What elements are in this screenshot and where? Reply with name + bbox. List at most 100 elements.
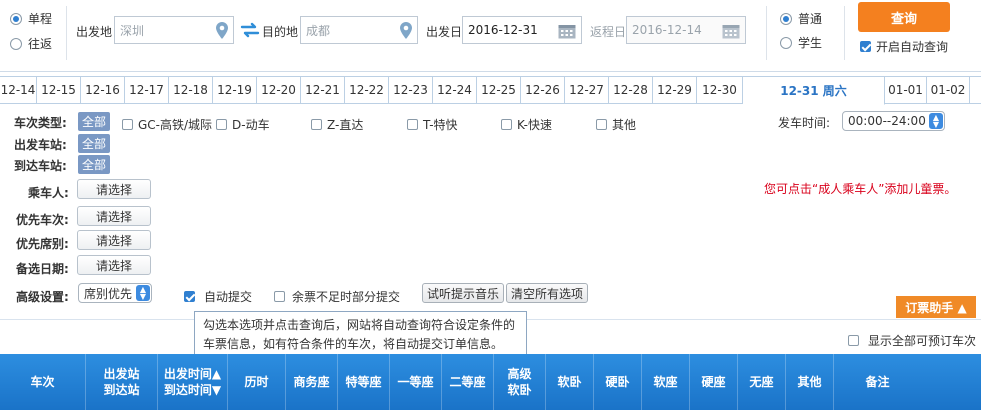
date-tab[interactable]: 12-17 [125, 77, 169, 103]
train-table-header: 车次 出发站 到达站 出发时间▲ 到达时间▼ 历时 商务座 特等座 一等座 二等座 高级 软卧 软卧 硬卧… [0, 354, 981, 410]
child-ticket-tip: 您可点击“成人乘车人”添加儿童票。 [764, 182, 957, 196]
clear-all-button[interactable]: 清空所有选项 [506, 283, 589, 303]
column-header[interactable]: 二等座 [442, 354, 494, 410]
train-type-z-checkbox[interactable]: Z-直达 [311, 116, 363, 133]
column-header[interactable]: 备注 [834, 354, 921, 410]
booking-assistant-button[interactable]: 订票助手 ▲ [896, 296, 976, 318]
date-tab[interactable]: 12-29 [653, 77, 697, 103]
to-label: 目的地 [262, 25, 299, 39]
to-input[interactable]: 成都 [300, 16, 418, 44]
column-header[interactable]: 车次 [0, 354, 86, 410]
column-header-label: 软卧 [557, 374, 581, 390]
column-header[interactable]: 出发站 到达站 [86, 354, 158, 410]
divider [766, 6, 767, 60]
column-header-line1: 出发时间▲ [163, 367, 222, 381]
arrive-station-all-tag[interactable]: 全部 [78, 155, 111, 174]
priority-train-label: 优先车次: [16, 213, 69, 227]
date-tab[interactable]: 12-30 [697, 77, 743, 103]
one-way-radio[interactable]: 单程 [10, 10, 52, 27]
auto-submit-checkbox[interactable]: 自动提交 [184, 288, 252, 305]
one-way-label: 单程 [28, 12, 53, 26]
train-type-other-checkbox[interactable]: 其他 [596, 116, 636, 133]
audition-music-button[interactable]: 试听提示音乐 [422, 283, 505, 303]
column-header-label: 其他 [797, 374, 821, 390]
train-type-all-tag[interactable]: 全部 [78, 112, 111, 131]
date-tab[interactable]: 12-28 [609, 77, 653, 103]
show-all-checkbox[interactable]: 显示全部可预订车次 [848, 332, 976, 349]
column-header[interactable]: 无座 [738, 354, 786, 410]
column-header[interactable]: 硬卧 [594, 354, 642, 410]
column-header[interactable]: 高级 软卧 [494, 354, 546, 410]
advanced-settings-label: 高级设置: [16, 290, 69, 304]
depart-time-select[interactable]: 00:00--24:00 ▲ ▼ [842, 111, 945, 131]
depart-date-value: 2016-12-31 [468, 23, 538, 37]
student-ticket-radio[interactable]: 学生 [780, 34, 822, 51]
train-type-d-checkbox[interactable]: D-动车 [216, 116, 270, 133]
chevron-updown-icon: ▲ ▼ [136, 285, 150, 301]
column-header-label: 车次 [30, 374, 54, 390]
train-type-gc-checkbox[interactable]: GC-高铁/城际 [122, 116, 212, 133]
column-header[interactable]: 出发时间▲ 到达时间▼ [158, 354, 228, 410]
date-tab[interactable]: 12-20 [257, 77, 301, 103]
auto-query-checkbox[interactable]: 开启自动查询 [860, 38, 948, 55]
calendar-icon [558, 23, 576, 42]
train-type-gc-label: GC-高铁/城际 [138, 118, 213, 132]
radio-indicator [780, 36, 792, 49]
column-header-line2: 到达站 [103, 383, 140, 397]
train-type-k-checkbox[interactable]: K-快速 [501, 116, 552, 133]
column-header-line1: 硬卧 [605, 375, 630, 389]
depart-date-input[interactable]: 2016-12-31 [462, 16, 582, 44]
advanced-settings-select[interactable]: 席别优先 ▲ ▼ [78, 283, 152, 303]
date-tab[interactable]: 01-02 [927, 77, 970, 103]
date-tab[interactable]: 12-18 [169, 77, 213, 103]
column-header[interactable]: 商务座 [286, 354, 338, 410]
column-header[interactable]: 硬座 [690, 354, 738, 410]
date-tab[interactable]: 12-27 [565, 77, 609, 103]
column-header-label: 出发时间▲ 到达时间▼ [164, 366, 221, 398]
date-tab[interactable]: 12-16 [81, 77, 125, 103]
date-tab[interactable]: 01-01 [885, 77, 927, 103]
column-header[interactable]: 软卧 [546, 354, 594, 410]
date-tab[interactable]: 12-25 [477, 77, 521, 103]
query-button[interactable]: 查询 [858, 2, 950, 32]
column-header-label: 二等座 [449, 374, 485, 390]
date-tab[interactable]: 12-22 [345, 77, 389, 103]
date-tab[interactable]: 12-23 [389, 77, 433, 103]
column-header[interactable]: 特等座 [338, 354, 390, 410]
column-header-line1: 二等座 [449, 375, 486, 389]
date-tab[interactable]: 12-19 [213, 77, 257, 103]
normal-ticket-radio[interactable]: 普通 [780, 10, 822, 27]
date-tab[interactable]: 12-14 [0, 77, 37, 103]
date-tab[interactable]: 12-21 [301, 77, 345, 103]
priority-seat-label: 优先席别: [16, 237, 69, 251]
priority-train-select-button[interactable]: 请选择 [77, 206, 151, 226]
column-header-line2: 软卧 [507, 383, 532, 397]
passenger-select-button[interactable]: 请选择 [77, 179, 151, 199]
return-date-input[interactable]: 2016-12-14 [626, 16, 746, 44]
location-pin-icon [400, 22, 412, 42]
column-header[interactable]: 软座 [642, 354, 690, 410]
from-label: 出发地 [76, 25, 113, 39]
column-header-line1: 商务座 [293, 375, 330, 389]
column-header[interactable]: 其他 [786, 354, 834, 410]
round-trip-radio[interactable]: 往返 [10, 35, 52, 52]
column-header[interactable]: 一等座 [390, 354, 442, 410]
column-header-label: 特等座 [345, 374, 381, 390]
column-header[interactable]: 历时 [228, 354, 286, 410]
date-tab[interactable]: 12-31 周六 [743, 77, 885, 105]
radio-indicator [10, 37, 22, 50]
partial-submit-label: 余票不足时部分提交 [292, 290, 401, 304]
priority-seat-select-button[interactable]: 请选择 [77, 230, 151, 250]
train-type-t-checkbox[interactable]: T-特快 [407, 116, 458, 133]
date-tab[interactable]: 12-26 [521, 77, 565, 103]
depart-station-all-tag[interactable]: 全部 [78, 134, 111, 153]
column-header-label: 软座 [653, 374, 677, 390]
date-tab[interactable]: 12-15 [37, 77, 81, 103]
column-header-label: 高级 软卧 [507, 366, 531, 398]
from-input[interactable]: 深圳 [114, 16, 234, 44]
date-tab[interactable]: 12-24 [433, 77, 477, 103]
partial-submit-checkbox[interactable]: 余票不足时部分提交 [274, 288, 400, 305]
swap-icon[interactable] [240, 22, 260, 41]
location-pin-icon [216, 22, 228, 42]
alt-date-select-button[interactable]: 请选择 [77, 255, 151, 275]
